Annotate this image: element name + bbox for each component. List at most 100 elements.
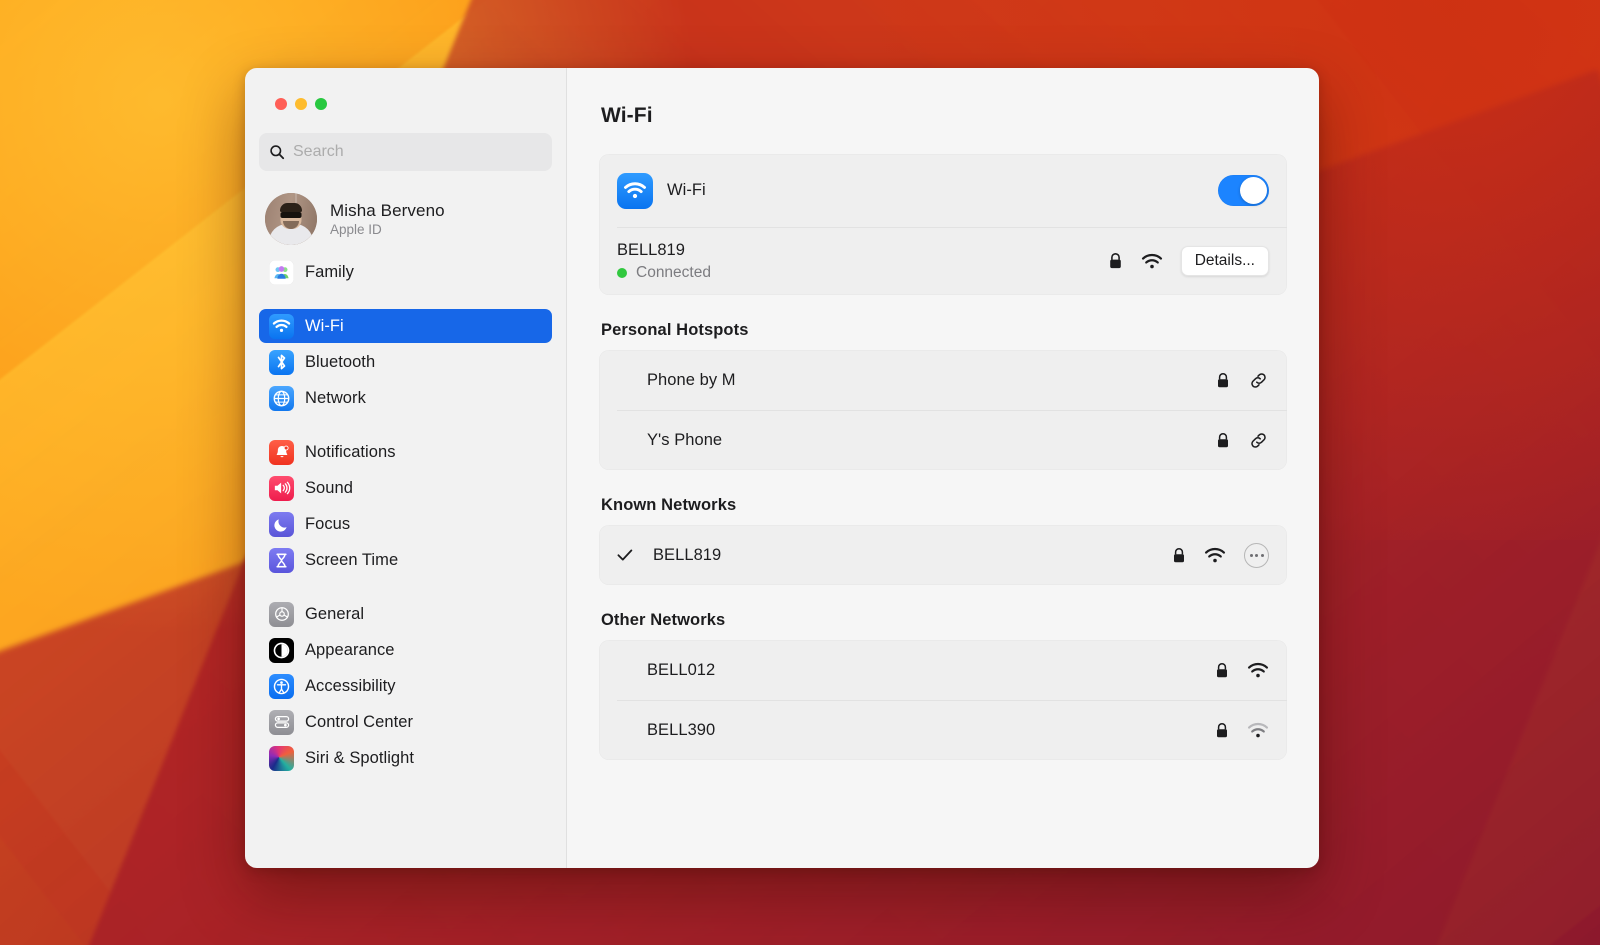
sidebar-item-label: Family [305, 263, 354, 282]
gear-icon [269, 602, 294, 627]
connection-status: Connected [617, 264, 711, 282]
other-network-row[interactable]: BELL390 [599, 700, 1287, 760]
known-networks-card: BELL819 [599, 525, 1287, 585]
sidebar-item-label: Focus [305, 515, 350, 534]
window-controls [259, 68, 552, 110]
network-globe-icon [269, 386, 294, 411]
lock-icon [1215, 662, 1229, 679]
more-options-button[interactable] [1244, 543, 1269, 568]
sidebar-item-family[interactable]: Family [259, 255, 552, 289]
sidebar-item-label: Notifications [305, 443, 396, 462]
wifi-card: Wi-Fi BELL819 Connect [599, 154, 1287, 295]
other-network-name: BELL390 [647, 721, 715, 740]
sidebar-item-wifi[interactable]: Wi-Fi [259, 309, 552, 343]
sidebar-item-appearance[interactable]: Appearance [259, 633, 552, 667]
account-name: Misha Berveno [330, 201, 445, 221]
link-icon [1248, 430, 1269, 451]
signal-strength-icon [1247, 722, 1269, 739]
sidebar-item-label: Wi-Fi [305, 317, 344, 336]
sidebar: Misha Berveno Apple ID [245, 68, 567, 868]
sidebar-item-label: General [305, 605, 364, 624]
wifi-toggle-row: Wi-Fi [599, 154, 1287, 227]
sidebar-divider-1 [259, 291, 552, 309]
sidebar-item-screen-time[interactable]: Screen Time [259, 543, 552, 577]
signal-strength-icon [1141, 253, 1163, 270]
system-settings-window: Misha Berveno Apple ID [245, 68, 1319, 868]
dot [1255, 554, 1258, 557]
hotspot-name: Phone by M [647, 371, 736, 390]
sidebar-item-bluetooth[interactable]: Bluetooth [259, 345, 552, 379]
search-icon [269, 144, 285, 160]
content-pane: Wi-Fi Wi-Fi [567, 68, 1319, 868]
current-network-row[interactable]: BELL819 Connected [599, 227, 1287, 295]
signal-strength-icon [1247, 662, 1269, 679]
sliders-icon [269, 710, 294, 735]
lock-icon [1108, 252, 1123, 270]
siri-orb-icon [269, 746, 294, 771]
contrast-circle-icon [269, 638, 294, 663]
wifi-toggle-switch[interactable] [1218, 175, 1269, 206]
sidebar-item-focus[interactable]: Focus [259, 507, 552, 541]
close-button[interactable] [275, 98, 287, 110]
toggle-knob [1240, 177, 1267, 204]
lock-icon [1172, 547, 1186, 564]
lock-icon [1216, 372, 1230, 389]
page-title: Wi-Fi [601, 104, 1287, 128]
speaker-icon [269, 476, 294, 501]
personal-hotspots-card: Phone by M [599, 350, 1287, 470]
accessibility-icon [269, 674, 294, 699]
sidebar-item-sound[interactable]: Sound [259, 471, 552, 505]
hotspot-row[interactable]: Y's Phone [599, 410, 1287, 470]
current-network-name: BELL819 [617, 241, 711, 260]
bluetooth-icon [269, 350, 294, 375]
sidebar-item-label: Appearance [305, 641, 395, 660]
sidebar-item-network[interactable]: Network [259, 381, 552, 415]
link-icon [1248, 370, 1269, 391]
minimize-button[interactable] [295, 98, 307, 110]
lock-icon [1216, 432, 1230, 449]
sidebar-divider-3 [259, 579, 552, 597]
sidebar-item-notifications[interactable]: Notifications [259, 435, 552, 469]
desktop-wallpaper: Misha Berveno Apple ID [0, 0, 1600, 945]
sidebar-item-siri-spotlight[interactable]: Siri & Spotlight [259, 741, 552, 775]
hotspot-row[interactable]: Phone by M [599, 350, 1287, 410]
dot [1261, 554, 1264, 557]
sidebar-item-accessibility[interactable]: Accessibility [259, 669, 552, 703]
section-title-known-networks: Known Networks [601, 496, 1287, 515]
sidebar-item-control-center[interactable]: Control Center [259, 705, 552, 739]
sidebar-nav: Family Wi-Fi [259, 255, 552, 775]
status-dot-icon [617, 268, 627, 278]
account-text: Misha Berveno Apple ID [330, 201, 445, 237]
other-network-row[interactable]: BELL012 [599, 640, 1287, 700]
search-input[interactable] [293, 143, 542, 161]
sidebar-item-label: Screen Time [305, 551, 398, 570]
wifi-icon [617, 173, 653, 209]
hourglass-icon [269, 548, 294, 573]
section-title-other-networks: Other Networks [601, 611, 1287, 630]
sidebar-item-label: Siri & Spotlight [305, 749, 414, 768]
sidebar-item-label: Control Center [305, 713, 413, 732]
details-button[interactable]: Details... [1181, 246, 1269, 276]
other-network-name: BELL012 [647, 661, 715, 680]
sidebar-item-general[interactable]: General [259, 597, 552, 631]
wifi-toggle-label: Wi-Fi [667, 181, 706, 200]
account-row[interactable]: Misha Berveno Apple ID [259, 187, 552, 251]
sidebar-item-label: Sound [305, 479, 353, 498]
wifi-icon [269, 314, 294, 339]
other-networks-card: BELL012 [599, 640, 1287, 760]
dot [1250, 554, 1253, 557]
account-subtitle: Apple ID [330, 222, 445, 237]
sidebar-item-label: Network [305, 389, 366, 408]
known-network-row[interactable]: BELL819 [599, 525, 1287, 585]
avatar [265, 193, 317, 245]
section-title-personal-hotspots: Personal Hotspots [601, 321, 1287, 340]
known-network-name: BELL819 [653, 546, 721, 565]
zoom-button[interactable] [315, 98, 327, 110]
search-field[interactable] [259, 133, 552, 171]
hotspot-name: Y's Phone [647, 431, 722, 450]
family-icon [269, 260, 294, 285]
checkmark-icon [617, 548, 639, 562]
sidebar-divider-2 [259, 417, 552, 435]
status-text: Connected [636, 264, 711, 282]
sidebar-item-label: Bluetooth [305, 353, 375, 372]
